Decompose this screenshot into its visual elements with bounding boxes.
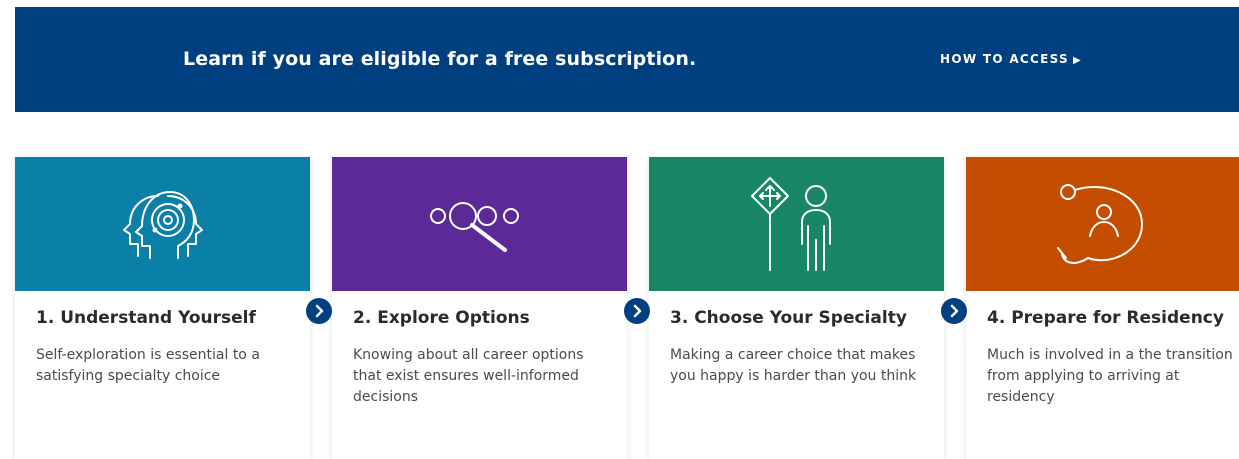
- card-understand-yourself[interactable]: 1. Understand Yourself Self-exploration …: [15, 157, 310, 459]
- next-step-arrow-button[interactable]: [624, 298, 650, 324]
- card-prepare-residency[interactable]: 4. Prepare for Residency Much is involve…: [966, 157, 1239, 459]
- card-description: Much is involved in a the transition fro…: [987, 347, 1233, 405]
- chevron-right-icon: [633, 304, 642, 318]
- card-title: 4. Prepare for Residency: [987, 308, 1224, 328]
- next-step-arrow-button[interactable]: [941, 298, 967, 324]
- card-title: 1. Understand Yourself: [36, 308, 256, 328]
- card-title: 2. Explore Options: [353, 308, 530, 328]
- how-to-access-link[interactable]: HOW TO ACCESS ▶: [940, 7, 1081, 112]
- card-choose-specialty[interactable]: 3. Choose Your Specialty Making a career…: [649, 157, 944, 459]
- head-profiles-target-icon: [122, 191, 203, 259]
- magnifying-glass-circles-icon: [429, 202, 519, 252]
- card-description: Knowing about all career options that ex…: [353, 347, 584, 405]
- card-hero: [966, 157, 1239, 291]
- card-hero: [649, 157, 944, 291]
- page: Learn if you are eligible for a free sub…: [0, 0, 1239, 459]
- person-path-icon: [1056, 184, 1143, 264]
- chevron-right-icon: [950, 304, 959, 318]
- card-description: Self-exploration is essential to a satis…: [36, 347, 260, 384]
- how-to-access-label: HOW TO ACCESS: [940, 52, 1069, 66]
- chevron-right-icon: [315, 304, 324, 318]
- card-title: 3. Choose Your Specialty: [670, 308, 907, 328]
- subscription-banner: Learn if you are eligible for a free sub…: [15, 7, 1239, 112]
- next-step-arrow-button[interactable]: [306, 298, 332, 324]
- card-description: Making a career choice that makes you ha…: [670, 347, 917, 384]
- card-hero: [332, 157, 627, 291]
- card-hero: [15, 157, 310, 291]
- banner-text: Learn if you are eligible for a free sub…: [183, 48, 697, 70]
- person-signpost-icon: [750, 177, 831, 271]
- caret-right-icon: ▶: [1072, 55, 1081, 66]
- card-explore-options[interactable]: 2. Explore Options Knowing about all car…: [332, 157, 627, 459]
